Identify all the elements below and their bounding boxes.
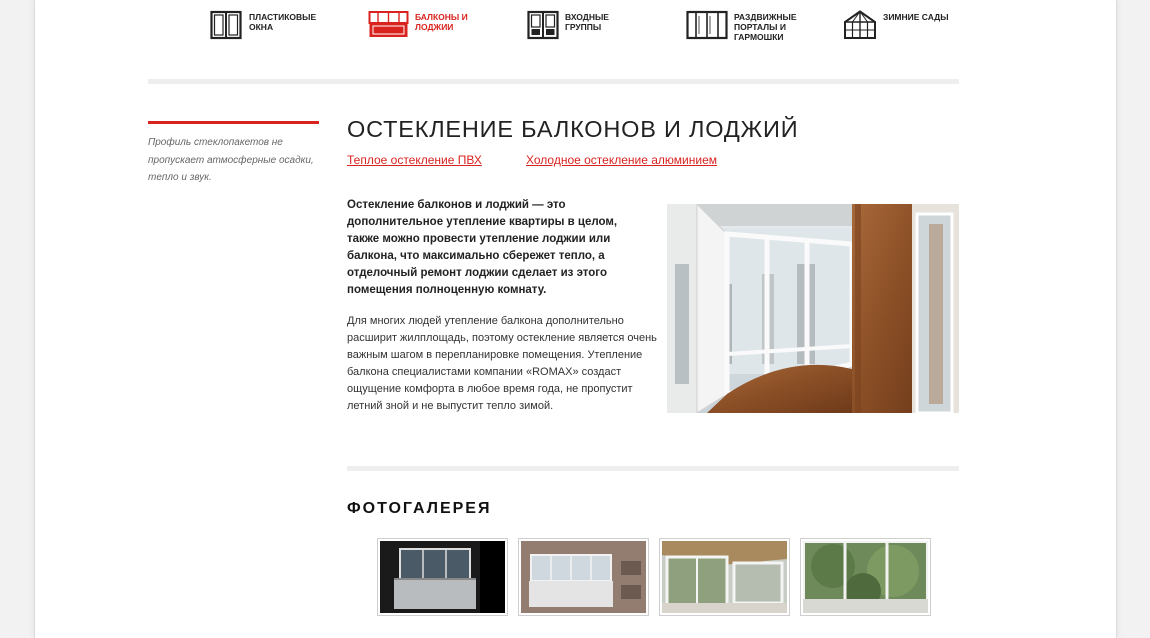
sidebar-accent-line <box>148 121 319 124</box>
intro-paragraph: Остекление балконов и лоджий — это допол… <box>347 199 618 296</box>
sliding-portal-icon <box>686 10 728 40</box>
window-icon <box>210 10 242 40</box>
gallery-title: ФОТОГАЛЕРЕЯ <box>347 500 492 517</box>
link-warm-glazing[interactable]: Теплое остекление ПВХ <box>347 153 482 167</box>
body-paragraph: Для многих людей утепление балкона допол… <box>347 315 657 412</box>
nav-label-plastic-windows: ПЛАСТИКОВЫЕ ОКНА <box>249 12 317 32</box>
gallery-thumb-3[interactable] <box>659 538 790 616</box>
door-icon <box>527 10 559 40</box>
nav-item-sliding[interactable]: РАЗДВИЖНЫЕ ПОРТАЛЫ И ГАРМОШКИ <box>686 10 814 42</box>
content-divider <box>347 466 959 471</box>
nav-label-balconies: БАЛКОНЫ И ЛОДЖИИ <box>415 12 468 32</box>
gallery-thumb-1[interactable] <box>377 538 508 616</box>
nav-label-winter-gardens: ЗИМНИЕ САДЫ <box>883 12 949 22</box>
nav-label-entrance: ВХОДНЫЕ ГРУППЫ <box>565 12 609 32</box>
nav-label-sliding: РАЗДВИЖНЫЕ ПОРТАЛЫ И ГАРМОШКИ <box>734 12 797 42</box>
nav-item-balconies[interactable]: БАЛКОНЫ И ЛОДЖИИ <box>368 10 495 40</box>
gallery-thumb-2[interactable] <box>518 538 649 616</box>
link-cold-glazing[interactable]: Холодное остекление алюминием <box>526 153 717 167</box>
nav-item-entrance[interactable]: ВХОДНЫЕ ГРУППЫ <box>527 10 645 40</box>
gallery-thumb-4[interactable] <box>800 538 931 616</box>
nav-item-plastic-windows[interactable]: ПЛАСТИКОВЫЕ ОКНА <box>210 10 329 40</box>
balcony-photo <box>667 204 959 413</box>
balcony-icon <box>368 11 409 37</box>
winter-garden-icon <box>844 10 876 39</box>
sidebar-note: Профиль стеклопакетов не пропускает атмо… <box>148 137 314 183</box>
nav-item-winter-gardens[interactable]: ЗИМНИЕ САДЫ <box>843 10 963 40</box>
page-title: ОСТЕКЛЕНИЕ БАЛКОНОВ И ЛОДЖИЙ <box>347 116 799 142</box>
header-divider <box>148 79 959 84</box>
